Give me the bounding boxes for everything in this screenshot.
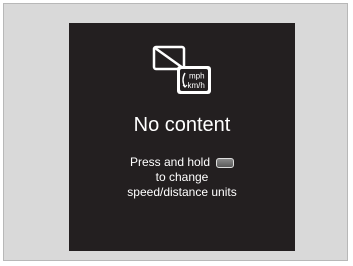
figure-frame: mph km/h No content Press and hold to ch… [3,3,348,261]
instruction-text: Press and hold to change speed/distance … [69,155,295,200]
instruction-line-2: to change [155,170,209,184]
speed-units-badge-icon: mph km/h [177,66,211,94]
instruction-line-1: Press and hold [69,155,295,170]
instruction-line-3: speed/distance units [127,185,237,199]
unit-kmh-label: km/h [188,81,205,90]
instruction-prefix: Press and hold [129,155,211,169]
no-display-icon [152,45,186,71]
no-content-speed-units-icon: mph km/h [149,44,213,102]
display-screen: mph km/h No content Press and hold to ch… [69,23,295,251]
no-content-title: No content [133,114,231,136]
steering-wheel-button-icon [216,157,235,168]
unit-mph-label: mph [189,72,205,81]
